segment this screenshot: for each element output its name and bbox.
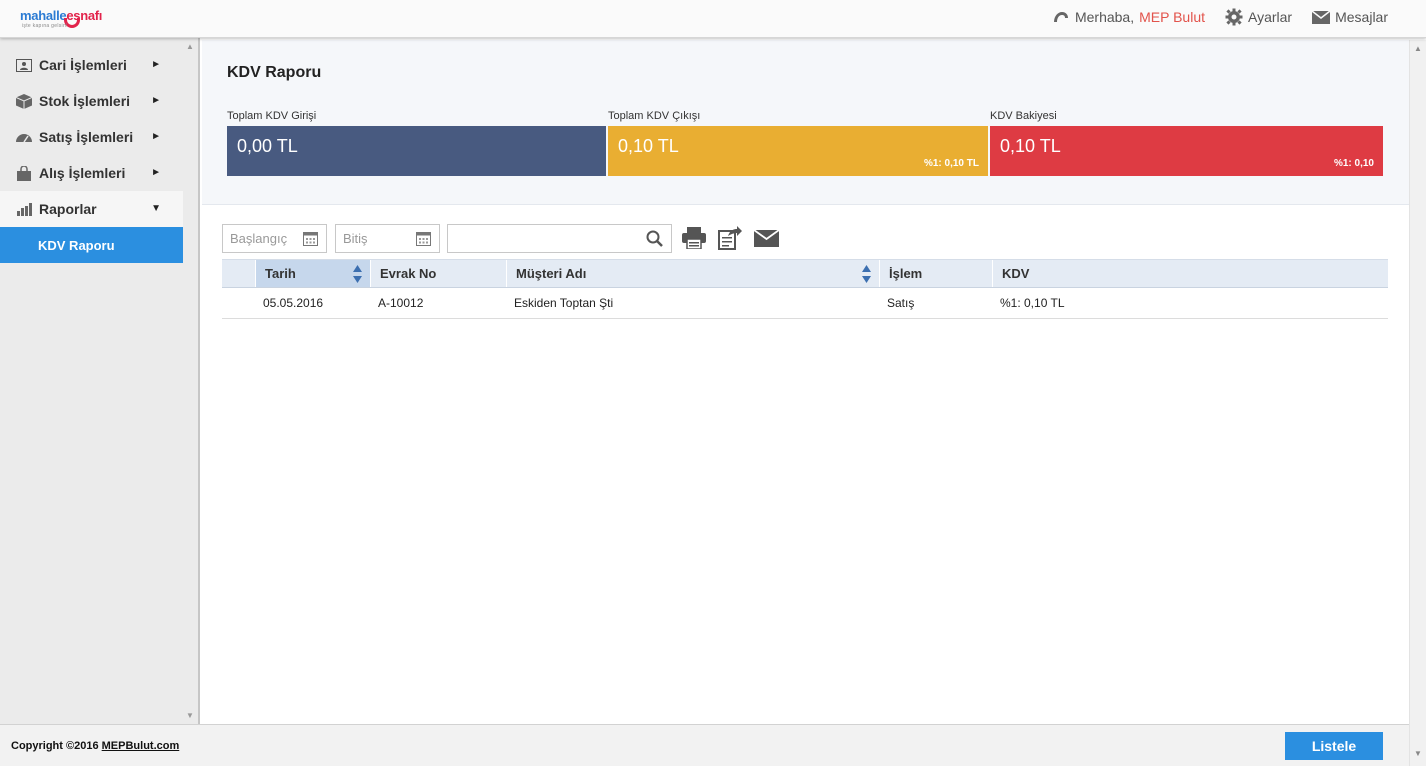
search-field[interactable] xyxy=(447,224,672,253)
main-scrollbar[interactable]: ▲ ▼ xyxy=(1409,40,1426,766)
row-blank-cell xyxy=(222,288,255,318)
printer-icon xyxy=(682,227,706,249)
footer: Copyright ©2016 MEPBulut.com Listele xyxy=(0,724,1409,766)
stat-card-kdv-bakiye: 0,10 TL %1: 0,10 xyxy=(990,126,1383,176)
messages-label: Mesajlar xyxy=(1335,9,1388,25)
bar-chart-icon xyxy=(16,202,32,216)
scroll-up-icon[interactable]: ▲ xyxy=(186,42,194,51)
scroll-down-icon[interactable]: ▼ xyxy=(1414,749,1422,758)
list-button[interactable]: Listele xyxy=(1285,732,1383,760)
cell-evrak-no: A-10012 xyxy=(378,296,424,310)
sidebar-menu: Cari İşlemleri ► Stok İşlemleri ► Satış … xyxy=(0,47,183,263)
column-header-tarih[interactable]: Tarih xyxy=(255,260,370,287)
cell-tarih: 05.05.2016 xyxy=(263,296,324,310)
column-header-label: KDV xyxy=(1002,266,1030,281)
column-header-label: İşlem xyxy=(889,266,923,281)
stat-value: 0,10 TL xyxy=(1000,136,1061,156)
sidebar-item-label: Satış İşlemleri xyxy=(39,129,134,145)
cell-islem: Satış xyxy=(887,296,915,310)
kdv-report-table: Tarih Evrak No Müşteri Adı İşlem KDV 05.… xyxy=(222,259,1388,319)
table-row[interactable]: 05.05.2016 A-10012 Eskiden Toptan Şti Sa… xyxy=(222,288,1388,319)
calendar-icon[interactable] xyxy=(303,231,318,249)
copyright-text: Copyright ©2016 MEPBulut.com xyxy=(11,740,179,752)
envelope-icon xyxy=(753,229,779,247)
report-header: KDV Raporu Toplam KDV Girişi 0,00 TL Top… xyxy=(202,40,1409,205)
messages-link[interactable]: Mesajlar xyxy=(1312,9,1388,25)
stat-label-kdv-bakiye: KDV Bakiyesi xyxy=(990,110,1057,122)
speedometer-icon xyxy=(16,130,32,144)
column-header-musteri-adi[interactable]: Müşteri Adı xyxy=(506,260,879,287)
sort-icon[interactable] xyxy=(862,265,871,286)
cell-kdv: %1: 0,10 TL xyxy=(1000,296,1065,310)
column-header-kdv[interactable]: KDV xyxy=(992,260,1388,287)
sidebar-subitem-kdv-raporu[interactable]: KDV Raporu xyxy=(0,227,183,263)
brand-logo[interactable]: mahalleesnafı işte kapına gelsin! xyxy=(20,4,120,34)
sidebar-item-cari[interactable]: Cari İşlemleri ► xyxy=(0,47,183,83)
calendar-icon[interactable] xyxy=(416,231,431,249)
envelope-icon xyxy=(1312,10,1331,24)
page-title: KDV Raporu xyxy=(227,64,322,81)
stat-value: 0,10 TL xyxy=(618,136,679,156)
brand-tagline: işte kapına gelsin! xyxy=(22,23,68,29)
user-name: MEP Bulut xyxy=(1139,9,1205,25)
stat-label-kdv-giris: Toplam KDV Girişi xyxy=(227,110,317,122)
scroll-up-icon[interactable]: ▲ xyxy=(1414,44,1422,53)
stat-card-kdv-giris: 0,00 TL xyxy=(227,126,606,176)
contact-card-icon xyxy=(16,58,32,72)
stat-value: 0,00 TL xyxy=(237,136,298,156)
email-button[interactable] xyxy=(753,224,779,252)
sort-icon[interactable] xyxy=(353,265,362,286)
company-link[interactable]: MEPBulut.com xyxy=(102,740,180,752)
column-header-label: Evrak No xyxy=(380,266,437,281)
expand-arrow-icon: ► xyxy=(151,167,161,178)
sidebar-item-label: Stok İşlemleri xyxy=(39,93,131,109)
wave-hand-icon xyxy=(1052,10,1070,24)
sidebar-item-raporlar[interactable]: Raporlar ▼ xyxy=(0,191,183,227)
settings-label: Ayarlar xyxy=(1248,9,1293,25)
search-icon[interactable] xyxy=(646,230,663,250)
box-icon xyxy=(16,93,32,109)
brand-name-part1: mahalle xyxy=(20,8,67,23)
column-header-label: Müşteri Adı xyxy=(516,266,587,281)
shopping-bag-icon xyxy=(16,165,32,181)
top-bar: mahalleesnafı işte kapına gelsin! Merhab… xyxy=(0,0,1426,38)
expand-arrow-icon: ► xyxy=(151,95,161,106)
collapse-arrow-icon: ▼ xyxy=(151,203,161,214)
sidebar-subitem-label: KDV Raporu xyxy=(38,237,115,253)
stat-subvalue: %1: 0,10 TL xyxy=(923,158,979,169)
sidebar-item-label: Raporlar xyxy=(39,201,97,217)
settings-link[interactable]: Ayarlar xyxy=(1225,8,1292,26)
stat-label-kdv-cikis: Toplam KDV Çıkışı xyxy=(608,110,701,122)
sidebar: Cari İşlemleri ► Stok İşlemleri ► Satış … xyxy=(0,38,200,724)
scroll-down-icon[interactable]: ▼ xyxy=(186,711,194,720)
column-header-label: Tarih xyxy=(265,266,296,281)
start-date-field[interactable] xyxy=(222,224,327,253)
column-header-evrak-no[interactable]: Evrak No xyxy=(370,260,506,287)
sidebar-scrollbar[interactable]: ▲ ▼ xyxy=(184,38,196,724)
column-header-blank xyxy=(222,260,255,287)
user-greeting[interactable]: Merhaba, MEP Bulut xyxy=(1052,9,1205,25)
stat-subvalue: %1: 0,10 xyxy=(1333,158,1374,169)
greeting-text: Merhaba, xyxy=(1074,9,1135,25)
gear-icon xyxy=(1225,8,1243,26)
stat-card-kdv-cikis: 0,10 TL %1: 0,10 TL xyxy=(608,126,988,176)
export-icon xyxy=(718,226,742,250)
table-header: Tarih Evrak No Müşteri Adı İşlem KDV xyxy=(222,259,1388,288)
end-date-field[interactable] xyxy=(335,224,440,253)
expand-arrow-icon: ► xyxy=(151,131,161,142)
search-input[interactable] xyxy=(448,225,671,252)
export-button[interactable] xyxy=(717,224,743,252)
cell-musteri-adi: Eskiden Toptan Şti xyxy=(514,296,614,310)
sidebar-item-label: Alış İşlemleri xyxy=(39,165,126,181)
expand-arrow-icon: ► xyxy=(151,59,161,70)
sidebar-item-satis[interactable]: Satış İşlemleri ► xyxy=(0,119,183,155)
print-button[interactable] xyxy=(681,224,707,252)
column-header-islem[interactable]: İşlem xyxy=(879,260,992,287)
sidebar-item-label: Cari İşlemleri xyxy=(39,57,127,73)
copyright-label: Copyright ©2016 xyxy=(11,740,99,752)
sidebar-item-alis[interactable]: Alış İşlemleri ► xyxy=(0,155,183,191)
top-nav: Merhaba, MEP Bulut Ayarlar Mesajlar xyxy=(1052,0,1388,34)
sidebar-item-stok[interactable]: Stok İşlemleri ► xyxy=(0,83,183,119)
